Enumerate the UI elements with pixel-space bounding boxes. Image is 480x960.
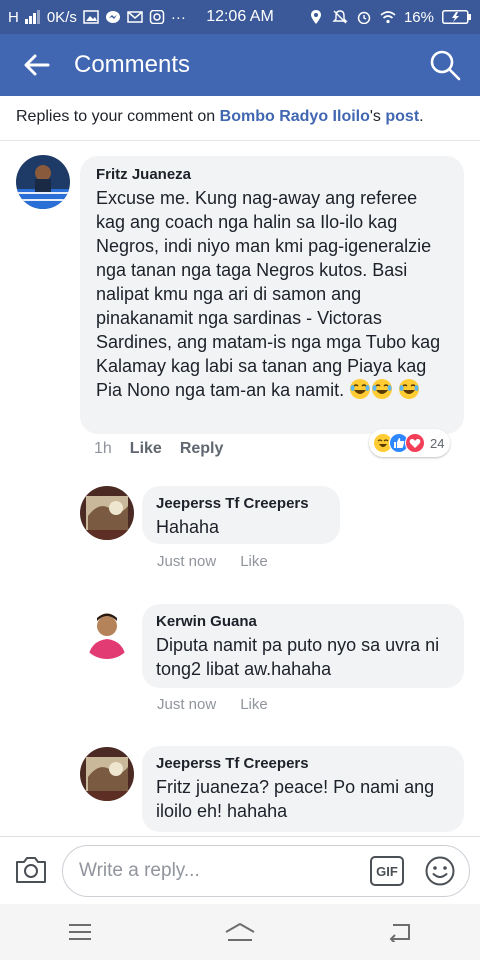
home-icon: [225, 923, 255, 941]
reply-input[interactable]: [62, 845, 470, 897]
signal-icon: [24, 10, 40, 24]
avatar-photo: [80, 486, 134, 540]
comment-timestamp: 1h: [94, 440, 112, 457]
more-notifications-icon: ···: [170, 8, 186, 26]
notice-prefix: Replies to your comment on: [16, 108, 220, 125]
comment-text: Excuse me. Kung nag-away ang referee kag…: [96, 188, 441, 400]
gif-button[interactable]: GIF: [370, 856, 404, 886]
reply-author[interactable]: Kerwin Guana: [156, 613, 450, 630]
emoji-button[interactable]: [424, 855, 456, 887]
replies-notice: Replies to your comment on Bombo Radyo I…: [16, 108, 424, 126]
menu-button[interactable]: [50, 904, 110, 960]
reply-bubble[interactable]: Jeeperss Tf Creepers Fritz juaneza? peac…: [142, 746, 464, 832]
reply-text: Diputa namit pa puto nyo sa uvra ni tong…: [156, 635, 440, 679]
system-nav-bar: [0, 904, 480, 960]
avatar[interactable]: [16, 155, 70, 209]
battery-icon: [442, 10, 471, 24]
reply-author[interactable]: Jeeperss Tf Creepers: [156, 755, 450, 772]
app-bar: Comments: [0, 34, 480, 96]
reply-composer: GIF: [0, 836, 480, 904]
avatar[interactable]: [80, 747, 134, 801]
mute-icon: [332, 10, 348, 24]
reply-timestamp: Just now: [157, 696, 217, 713]
reply-bubble[interactable]: Jeeperss Tf Creepers Hahaha: [142, 486, 340, 544]
reply-author[interactable]: Jeeperss Tf Creepers: [156, 495, 326, 512]
post-link[interactable]: post: [385, 108, 419, 125]
like-button[interactable]: Like: [240, 553, 268, 570]
avatar-photo: [80, 747, 134, 801]
camera-button[interactable]: [14, 855, 48, 885]
avatar-photo: [16, 155, 70, 209]
return-icon: [389, 924, 410, 942]
back-arrow-icon: [24, 54, 50, 76]
smiley-icon: [425, 856, 455, 886]
mail-icon: [127, 11, 143, 23]
wifi-icon: [380, 11, 396, 24]
avatar[interactable]: [80, 486, 134, 540]
laughing-emoji-icon: [350, 379, 371, 399]
like-button[interactable]: Like: [130, 440, 162, 458]
notice-suffix: .: [419, 108, 424, 125]
comment-bubble[interactable]: Fritz Juaneza Excuse me. Kung nag-away a…: [80, 156, 464, 434]
location-icon: [310, 10, 321, 24]
image-notification-icon: [83, 10, 99, 24]
camera-icon: [16, 857, 46, 883]
reply-meta: Just now Like: [157, 553, 268, 570]
search-button[interactable]: [410, 34, 480, 96]
comment-meta: 1h Like Reply: [94, 440, 223, 458]
menu-icon: [69, 924, 91, 940]
instagram-icon: [149, 10, 165, 24]
search-icon: [430, 50, 461, 81]
laughing-emoji-icon: [399, 379, 420, 399]
reply-button[interactable]: Reply: [180, 440, 224, 458]
comment-author[interactable]: Fritz Juaneza: [96, 166, 448, 183]
divider: [0, 140, 480, 141]
gif-label: GIF: [376, 863, 398, 879]
like-button[interactable]: Like: [240, 696, 268, 713]
battery-percentage: 16%: [403, 8, 434, 26]
page-name-link[interactable]: Bombo Radyo Iloilo: [220, 108, 370, 125]
page-title: Comments: [74, 51, 191, 78]
reaction-count: 24: [430, 435, 445, 451]
love-icon: [405, 433, 425, 453]
reaction-summary[interactable]: 24: [369, 429, 451, 457]
reply-meta: Just now Like: [157, 696, 268, 713]
laughing-emoji-icon: [372, 379, 393, 399]
alarm-icon: [357, 11, 371, 24]
reply-text: Hahaha: [156, 517, 220, 537]
status-bar: H 0K/s ··· 12:06 AM 16%: [0, 0, 480, 34]
back-nav-button[interactable]: [370, 904, 430, 960]
network-type: H: [8, 8, 19, 26]
reply-text: Fritz juaneza? peace! Po nami ang iloilo…: [156, 777, 435, 821]
data-speed: 0K/s: [46, 8, 77, 26]
back-button[interactable]: [0, 34, 74, 96]
messenger-icon: [105, 11, 120, 23]
avatar-photo: [80, 605, 134, 659]
reply-bubble[interactable]: Kerwin Guana Diputa namit pa puto nyo sa…: [142, 604, 464, 688]
reply-timestamp: Just now: [157, 553, 217, 570]
home-button[interactable]: [210, 904, 270, 960]
avatar[interactable]: [80, 605, 134, 659]
notice-possessive: 's: [369, 108, 386, 125]
